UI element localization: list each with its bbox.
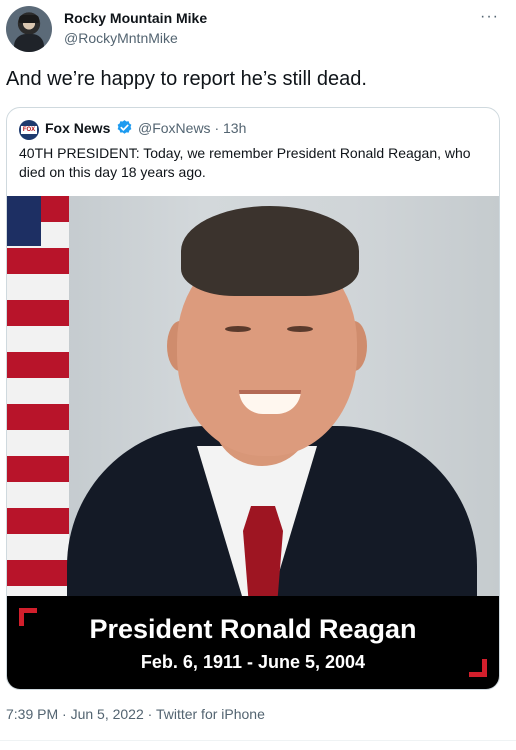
more-horizontal-icon[interactable]: ··· bbox=[480, 8, 499, 26]
tweet-timestamp[interactable]: 7:39 PM · Jun 5, 2022 · Twitter for iPho… bbox=[6, 706, 265, 722]
tweet-text: And we’re happy to report he’s still dea… bbox=[6, 68, 367, 90]
avatar-body bbox=[14, 34, 44, 52]
banner-dates: Feb. 6, 1911 - June 5, 2004 bbox=[140, 652, 366, 672]
banner-title: President Ronald Reagan bbox=[89, 614, 417, 644]
verified-badge-icon bbox=[117, 120, 132, 134]
eye-right bbox=[287, 326, 313, 332]
reagan-photo[interactable] bbox=[7, 196, 499, 596]
author-name[interactable]: Rocky Mountain Mike bbox=[64, 10, 207, 26]
corner-bracket-bottom-right bbox=[469, 659, 487, 677]
hair bbox=[181, 206, 359, 296]
eye-left bbox=[225, 326, 251, 332]
american-flag bbox=[7, 196, 69, 596]
quoted-author-name[interactable]: Fox News bbox=[45, 120, 110, 136]
flag-canton bbox=[7, 196, 41, 246]
image-caption-banner: President Ronald Reagan Feb. 6, 1911 - J… bbox=[7, 596, 499, 689]
divider bbox=[0, 740, 516, 741]
tie bbox=[243, 506, 283, 596]
avatar-hat bbox=[19, 15, 39, 23]
fox-news-avatar[interactable]: FOX bbox=[19, 120, 39, 140]
quoted-handle-time: @FoxNews · 13h bbox=[138, 120, 247, 136]
author-avatar[interactable] bbox=[6, 6, 52, 52]
author-handle[interactable]: @RockyMntnMike bbox=[64, 30, 178, 46]
quoted-tweet[interactable]: FOX Fox News @FoxNews · 13h 40TH PRESIDE… bbox=[6, 107, 500, 690]
quoted-tweet-text: 40TH PRESIDENT: Today, we remember Presi… bbox=[19, 145, 471, 180]
tweet: Rocky Mountain Mike @RockyMntnMike ··· A… bbox=[0, 0, 516, 750]
